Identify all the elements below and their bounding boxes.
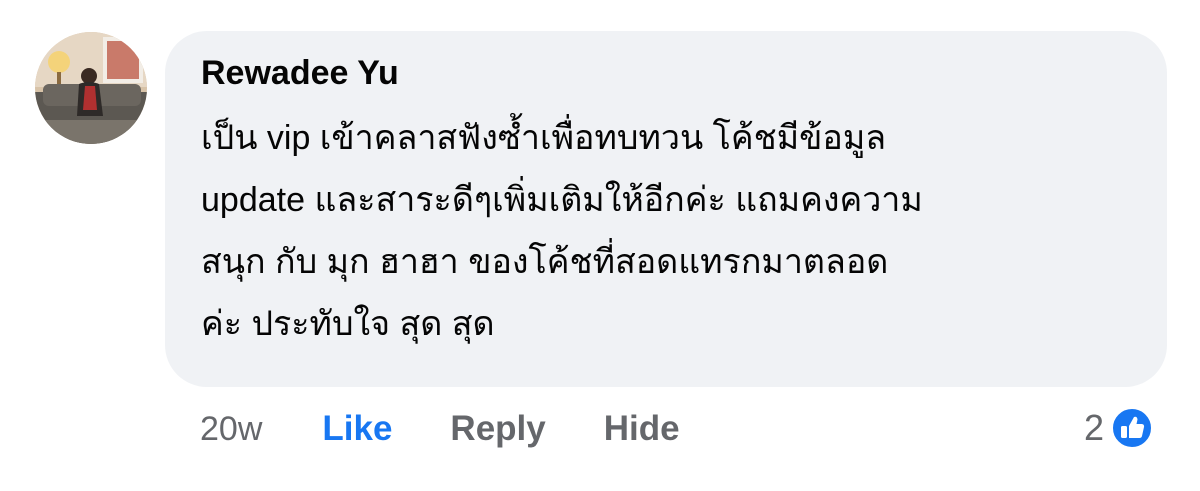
avatar-photo [35,32,147,144]
comment-author-name[interactable]: Rewadee Yu [201,53,1131,93]
comment-text-line: ค่ะ ประทับใจ สุด สุด [201,305,495,343]
author-avatar[interactable] [35,32,147,144]
hide-button[interactable]: Hide [604,404,680,454]
comment-actions: 20w Like Reply Hide [200,404,680,454]
comment-bubble: Rewadee Yu เป็น vip เข้าคลาสฟังซ้ำเพื่อท… [165,31,1167,387]
reaction-summary[interactable]: 2 [1084,404,1154,452]
like-button[interactable]: Like [322,404,392,454]
reply-button[interactable]: Reply [450,404,545,454]
comment-text-line: สนุก กับ มุก ฮาฮา ของโค้ชที่สอดแทรกมาตลอ… [201,243,889,281]
thumbs-up-icon [1110,406,1154,450]
comment-text: เป็น vip เข้าคลาสฟังซ้ำเพื่อทบทวน โค้ชมี… [201,107,1131,355]
reaction-count: 2 [1084,407,1105,448]
comment-text-line: เป็น vip เข้าคลาสฟังซ้ำเพื่อทบทวน โค้ชมี… [201,119,887,157]
comment-timestamp[interactable]: 20w [200,404,262,454]
comment-text-line: update และสาระดีๆเพิ่มเติมให้อีกค่ะ แถมค… [201,181,923,219]
